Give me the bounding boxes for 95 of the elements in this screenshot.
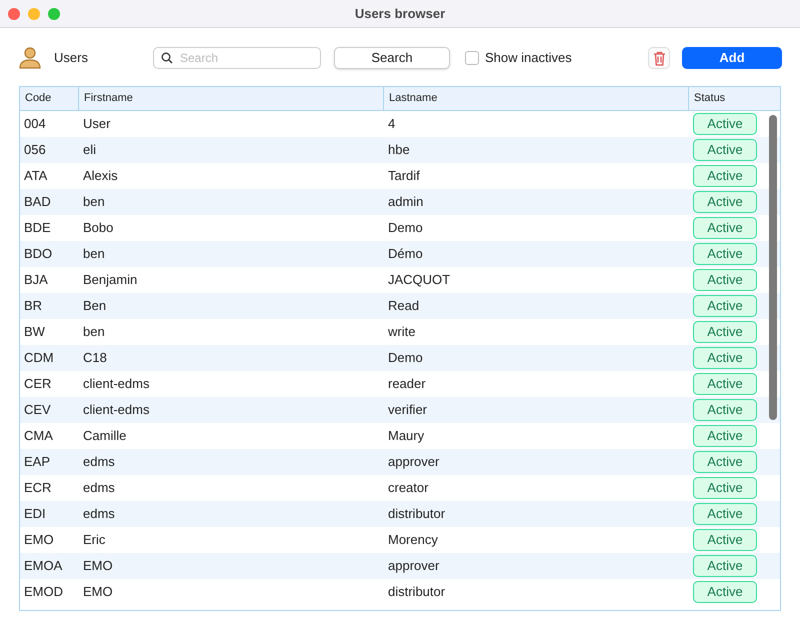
table-cell: 056 [24,142,46,158]
table-cell: Read [388,298,420,314]
table-cell: Bobo [83,220,114,236]
table-cell: distributor [388,584,446,600]
status-badge: Active [693,321,757,343]
column-header[interactable]: Lastname [389,90,438,107]
checkbox-label: Show inactives [485,49,572,68]
table-cell: BR [24,298,42,314]
table-cell: ben [83,246,105,262]
table-cell: ECR [24,480,52,496]
status-badge: Active [693,451,757,473]
table-cell: ATA [24,168,48,184]
delete-button[interactable] [648,47,670,69]
search-button[interactable]: Search [334,47,450,69]
table-cell: 4 [388,116,396,132]
close-button[interactable] [8,8,20,20]
status-badge: Active [693,191,757,213]
table-cell: BJA [24,272,48,288]
search-field[interactable]: Search [153,47,321,69]
status-badge: Active [693,139,757,161]
table-cell: reader [388,376,426,392]
table-cell: admin [388,194,424,210]
table-cell: client-edms [83,402,150,418]
status-badge: Active [693,477,757,499]
table-cell: edms [83,506,115,522]
table-cell: EDI [24,506,46,522]
table-cell: ben [83,324,105,340]
status-badge: Active [693,269,757,291]
window-title: Users browser [354,6,446,21]
table-cell: write [388,324,416,340]
table-cell: CEV [24,402,51,418]
table-cell: verifier [388,402,428,418]
table-cell: Benjamin [83,272,138,288]
table-cell: EAP [24,454,50,470]
status-badge: Active [693,529,757,551]
user-icon [18,46,42,70]
table-cell: Alexis [83,168,118,184]
trash-icon [652,50,666,66]
table-cell: creator [388,480,428,496]
table-cell: 004 [24,116,46,132]
column-header[interactable]: Code [25,90,52,107]
table-cell: Eric [83,532,106,548]
table-cell: approver [388,558,440,574]
table-cell: Maury [388,428,424,444]
table-cell: C18 [83,350,107,366]
search-icon [161,52,173,64]
status-badge: Active [693,165,757,187]
status-badge: Active [693,425,757,447]
scrollbar[interactable] [769,115,777,420]
table-cell: edms [83,480,115,496]
table-cell: BW [24,324,45,340]
status-badge: Active [693,399,757,421]
table-cell: JACQUOT [388,272,450,288]
checkbox[interactable] [465,51,479,65]
status-badge: Active [693,373,757,395]
table-cell: eli [83,142,96,158]
zoom-button[interactable] [48,8,60,20]
table-cell: CMA [24,428,53,444]
minimize-button[interactable] [28,8,40,20]
table-cell: ben [83,194,105,210]
status-badge: Active [693,555,757,577]
status-badge: Active [693,503,757,525]
table-cell: hbe [388,142,410,158]
table-cell: BDO [24,246,52,262]
table-cell: EMO [83,584,113,600]
table-cell: BDE [24,220,51,236]
column-header[interactable]: Status [694,90,726,107]
table-cell: Tardif [388,168,420,184]
table-cell: Ben [83,298,106,314]
column-header[interactable]: Firstname [84,90,133,107]
status-badge: Active [693,347,757,369]
table-cell: CER [24,376,52,392]
section-label: Users [54,49,89,68]
table-cell: EMO [24,532,54,548]
table-cell: client-edms [83,376,150,392]
table-cell: Demo [388,220,423,236]
table-cell: Camille [83,428,126,444]
table-cell: Démo [388,246,423,262]
status-badge: Active [693,581,757,603]
table-cell: Morency [388,532,438,548]
table-cell: edms [83,454,115,470]
status-badge: Active [693,243,757,265]
table-cell: distributor [388,506,446,522]
table-cell: approver [388,454,440,470]
table-cell: User [83,116,110,132]
status-badge: Active [693,295,757,317]
table-cell: EMO [83,558,113,574]
table-cell: EMOA [24,558,62,574]
add-button[interactable]: Add [682,47,782,69]
status-badge: Active [693,217,757,239]
status-badge: Active [693,113,757,135]
table-cell: CDM [24,350,54,366]
table-cell: Demo [388,350,423,366]
table-cell: BAD [24,194,51,210]
table-cell: EMOD [24,584,63,600]
